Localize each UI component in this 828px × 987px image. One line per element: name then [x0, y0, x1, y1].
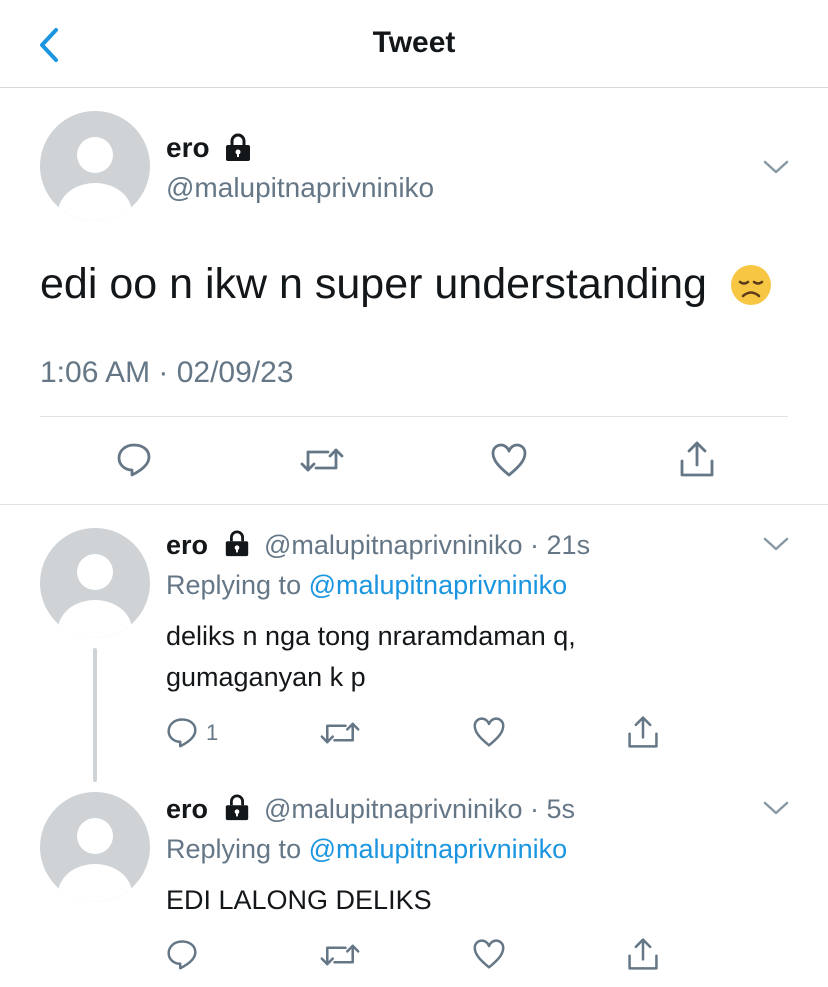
replying-to: Replying to @malupitnaprivniniko	[166, 834, 567, 865]
reply-meta: @malupitnaprivniniko · 5s	[264, 794, 575, 825]
replying-to-label: Replying to	[166, 570, 302, 600]
reply-icon[interactable]	[166, 938, 198, 970]
lock-icon	[226, 133, 250, 161]
reply-text-line: EDI LALONG DELIKS	[166, 885, 432, 915]
share-icon[interactable]	[678, 439, 716, 479]
reply-author-name[interactable]: ero	[166, 794, 208, 825]
reply-author-name[interactable]: ero	[166, 530, 208, 561]
disappointed-face-icon	[731, 265, 771, 305]
share-icon[interactable]	[626, 714, 660, 750]
replying-to-mention[interactable]: @malupitnaprivniniko	[309, 570, 568, 600]
thread-connector-line	[93, 648, 97, 782]
avatar[interactable]	[40, 792, 150, 902]
reply-text-line: deliks n nga tong nraramdaman q,	[166, 621, 576, 651]
avatar[interactable]	[40, 528, 150, 638]
chevron-down-icon[interactable]	[762, 535, 790, 553]
lock-icon	[225, 530, 249, 557]
replying-to-label: Replying to	[166, 834, 302, 864]
reply-icon[interactable]	[116, 441, 152, 477]
like-heart-icon[interactable]	[490, 442, 528, 478]
reply-text: deliks n nga tong nraramdaman q, gumagan…	[166, 616, 576, 698]
reply-time[interactable]: · 5s	[530, 794, 575, 824]
reply-meta: @malupitnaprivniniko · 21s	[264, 530, 590, 561]
avatar[interactable]	[40, 111, 150, 221]
retweet-icon[interactable]	[320, 718, 360, 748]
replying-to: Replying to @malupitnaprivniniko	[166, 570, 567, 601]
retweet-icon[interactable]	[300, 444, 344, 476]
chevron-down-icon[interactable]	[762, 799, 790, 817]
retweet-icon[interactable]	[320, 940, 360, 970]
header-bar: Tweet	[0, 0, 828, 88]
like-heart-icon[interactable]	[472, 716, 506, 748]
tweet-author-name[interactable]: ero	[166, 132, 210, 164]
reply-time[interactable]: · 21s	[530, 530, 590, 560]
reply-author-handle[interactable]: @malupitnaprivniniko	[264, 794, 523, 824]
reply-author-handle[interactable]: @malupitnaprivniniko	[264, 530, 523, 560]
divider	[0, 504, 828, 505]
tweet-text: edi oo n ikw n super understanding	[40, 260, 707, 308]
reply-count: 1	[206, 720, 219, 745]
replying-to-mention[interactable]: @malupitnaprivniniko	[309, 834, 568, 864]
like-heart-icon[interactable]	[472, 938, 506, 970]
reply-text-line: gumaganyan k p	[166, 662, 366, 692]
page-title: Tweet	[372, 26, 456, 59]
chevron-down-icon[interactable]	[762, 158, 790, 176]
tweet-timestamp[interactable]: 1:06 AM · 02/09/23	[40, 356, 294, 390]
divider	[40, 416, 788, 417]
reply-text: EDI LALONG DELIKS	[166, 880, 432, 921]
tweet-author-handle[interactable]: @malupitnaprivniniko	[166, 172, 434, 204]
share-icon[interactable]	[626, 936, 660, 972]
lock-icon	[225, 794, 249, 821]
reply-icon[interactable]	[166, 716, 198, 748]
